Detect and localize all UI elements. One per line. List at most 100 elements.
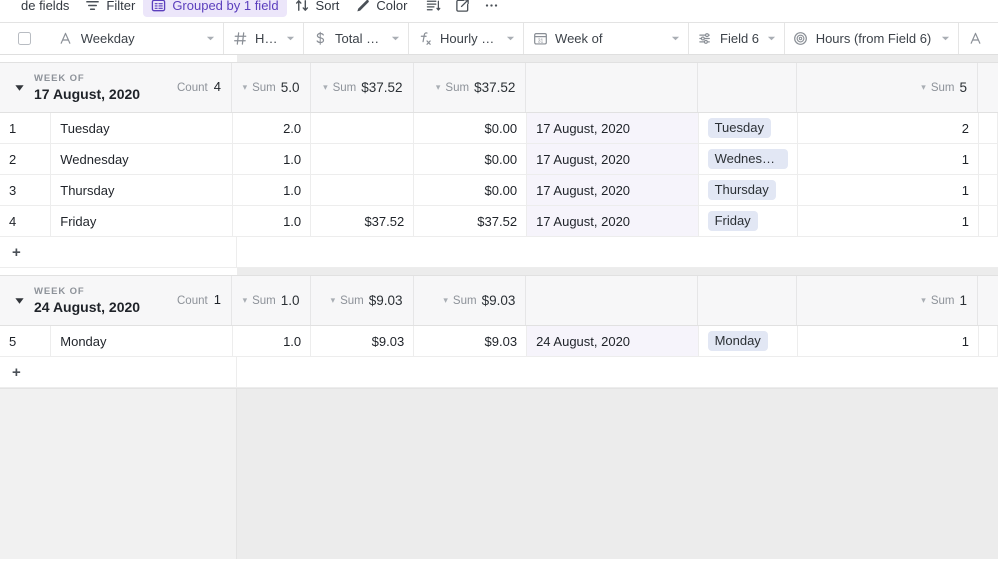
add-record-row[interactable]: +: [0, 357, 998, 388]
cell-hours-from-field-6[interactable]: 1: [798, 144, 979, 174]
group-summary-total-paid[interactable]: ▾ Sum $37.52: [311, 63, 414, 112]
field-header-next-partial[interactable]: [959, 23, 998, 54]
cell-week-of[interactable]: 24 August, 2020: [527, 326, 699, 356]
group-summary-week-of[interactable]: [526, 276, 698, 325]
chevron-down-icon[interactable]: [206, 31, 215, 46]
cell-week-of[interactable]: 17 August, 2020: [527, 175, 699, 205]
field-header-weekday[interactable]: Weekday: [49, 23, 225, 54]
cell-hours[interactable]: 1.0: [233, 175, 312, 205]
toolbar-more-options-button[interactable]: [477, 0, 506, 17]
text-field-icon: [58, 31, 74, 47]
cell-week-of[interactable]: 17 August, 2020: [527, 144, 699, 174]
group-header-title[interactable]: WEEK OF 24 August, 2020 Count 1: [0, 276, 232, 325]
add-record-button[interactable]: +: [0, 357, 237, 387]
cell-weekday[interactable]: Tuesday: [51, 113, 233, 143]
toolbar-filter-button[interactable]: Filter: [77, 0, 143, 17]
group-summary-total-paid-value: $9.03: [368, 293, 403, 308]
toolbar-row-height-button[interactable]: [419, 0, 448, 17]
chevron-down-icon[interactable]: [941, 31, 950, 46]
table-row[interactable]: 5 Monday 1.0 $9.03 $9.03 24 August, 2020…: [0, 326, 998, 357]
select-all-checkbox[interactable]: [18, 32, 32, 45]
cell-total-paid[interactable]: [311, 113, 415, 143]
cell-total-paid[interactable]: [311, 175, 415, 205]
group-collapse-toggle-icon[interactable]: [10, 295, 28, 306]
group-summary-hours-from[interactable]: ▾ Sum 1: [797, 276, 978, 325]
table-row[interactable]: 3 Thursday 1.0 $0.00 17 August, 2020 Thu…: [0, 175, 998, 206]
toolbar-color-button[interactable]: Color: [347, 0, 415, 17]
cell-weekday[interactable]: Monday: [51, 326, 233, 356]
chevron-down-icon[interactable]: [506, 31, 515, 46]
group-summary-hours-from[interactable]: ▾ Sum 5: [797, 63, 978, 112]
cell-field-6[interactable]: Wednesday: [699, 144, 798, 174]
field-header-week-of[interactable]: 31 Week of: [524, 23, 690, 54]
add-record-button[interactable]: +: [0, 237, 237, 267]
add-record-row[interactable]: +: [0, 237, 998, 268]
select-all-checkbox-cell[interactable]: [0, 23, 50, 54]
cell-hourly-pay[interactable]: $0.00: [414, 175, 528, 205]
cell-hourly-pay[interactable]: $37.52: [414, 206, 528, 236]
group-summary-hours-value: 1.0: [280, 293, 300, 308]
cell-weekday[interactable]: Friday: [51, 206, 233, 236]
group-summary-hours[interactable]: ▾ Sum 1.0: [232, 276, 311, 325]
cell-hours-from-field-6[interactable]: 2: [798, 113, 979, 143]
cell-tail[interactable]: [979, 113, 998, 143]
cell-field-6[interactable]: Tuesday: [699, 113, 798, 143]
group-summary-total-paid[interactable]: ▾ Sum $9.03: [311, 276, 414, 325]
cell-total-paid[interactable]: [311, 144, 415, 174]
group-summary-week-of[interactable]: [526, 63, 698, 112]
group-summary-hourly-pay[interactable]: ▾ Sum $9.03: [414, 276, 527, 325]
group-header-title[interactable]: WEEK OF 17 August, 2020 Count 4: [0, 63, 232, 112]
group-summary-field-6[interactable]: [698, 63, 797, 112]
cell-tail[interactable]: [979, 144, 998, 174]
chevron-down-icon[interactable]: [286, 31, 295, 46]
toolbar-share-view-button[interactable]: [448, 0, 477, 17]
cell-hours[interactable]: 1.0: [233, 326, 312, 356]
cell-hours-from-field-6[interactable]: 1: [798, 206, 979, 236]
group-count[interactable]: Count 1: [177, 292, 221, 310]
cell-field-6[interactable]: Monday: [699, 326, 798, 356]
cell-hours-from-field-6[interactable]: 1: [798, 175, 979, 205]
table-row[interactable]: 1 Tuesday 2.0 $0.00 17 August, 2020 Tues…: [0, 113, 998, 144]
group-count[interactable]: Count 4: [177, 79, 221, 97]
cell-hours[interactable]: 2.0: [233, 113, 312, 143]
group-collapse-toggle-icon[interactable]: [10, 82, 28, 93]
group-summary-hourly-pay[interactable]: ▾ Sum $37.52: [414, 63, 527, 112]
hide-fields-icon: [0, 0, 15, 13]
cell-hourly-pay[interactable]: $0.00: [414, 113, 528, 143]
cell-hours[interactable]: 1.0: [233, 144, 312, 174]
cell-weekday[interactable]: Wednesday: [51, 144, 233, 174]
field-header-field-6[interactable]: Field 6: [689, 23, 785, 54]
cell-tail[interactable]: [979, 326, 998, 356]
cell-hourly-pay[interactable]: $9.03: [414, 326, 528, 356]
cell-total-paid[interactable]: $9.03: [311, 326, 415, 356]
group-header-row[interactable]: WEEK OF 24 August, 2020 Count 1 ▾ Sum 1.…: [0, 275, 998, 326]
field-header-total-paid[interactable]: Total Paid: [304, 23, 410, 54]
chevron-down-icon: ▾: [443, 295, 448, 305]
chevron-down-icon[interactable]: [671, 31, 680, 46]
cell-field-6[interactable]: Thursday: [699, 175, 798, 205]
cell-week-of[interactable]: 17 August, 2020: [527, 206, 699, 236]
cell-field-6[interactable]: Friday: [699, 206, 798, 236]
cell-week-of[interactable]: 17 August, 2020: [527, 113, 699, 143]
cell-hours[interactable]: 1.0: [233, 206, 312, 236]
cell-tail[interactable]: [979, 206, 998, 236]
cell-hourly-pay[interactable]: $0.00: [414, 144, 528, 174]
field-header-hours[interactable]: Ho…: [224, 23, 305, 54]
group-header-row[interactable]: WEEK OF 17 August, 2020 Count 4 ▾ Sum 5.…: [0, 62, 998, 113]
cell-hours-from-field-6[interactable]: 1: [798, 326, 979, 356]
cell-weekday[interactable]: Thursday: [51, 175, 233, 205]
toolbar-sort-button[interactable]: Sort: [287, 0, 348, 17]
cell-tail[interactable]: [979, 175, 998, 205]
grid-body[interactable]: WEEK OF 17 August, 2020 Count 4 ▾ Sum 5.…: [0, 55, 998, 565]
toolbar-group-button[interactable]: Grouped by 1 field: [143, 0, 287, 17]
field-header-hours-from-field-6[interactable]: Hours (from Field 6): [784, 23, 960, 54]
chevron-down-icon[interactable]: [391, 31, 400, 46]
field-header-hourly-pay[interactable]: Hourly Pay: [409, 23, 525, 54]
toolbar-hide-fields-button[interactable]: de fields: [0, 0, 77, 17]
group-summary-field-6[interactable]: [698, 276, 797, 325]
table-row[interactable]: 2 Wednesday 1.0 $0.00 17 August, 2020 We…: [0, 144, 998, 175]
chevron-down-icon[interactable]: [767, 31, 776, 46]
cell-total-paid[interactable]: $37.52: [311, 206, 415, 236]
table-row[interactable]: 4 Friday 1.0 $37.52 $37.52 17 August, 20…: [0, 206, 998, 237]
group-summary-hours[interactable]: ▾ Sum 5.0: [232, 63, 311, 112]
